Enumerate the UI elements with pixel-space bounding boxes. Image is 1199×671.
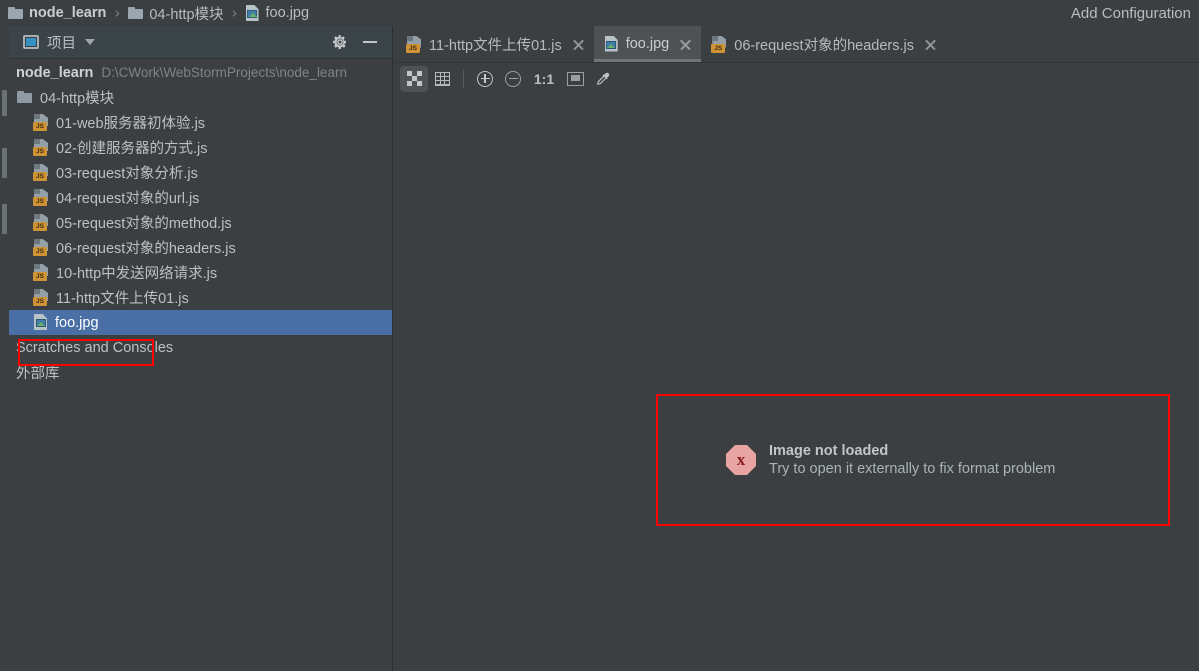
js-file-icon: JS xyxy=(33,114,49,131)
project-window-icon xyxy=(23,35,39,49)
tree-item-path: D:\CWork\WebStormProjects\node_learn xyxy=(101,65,347,80)
minimize-icon[interactable] xyxy=(362,34,378,50)
project-tree[interactable]: node_learn D:\CWork\WebStormProjects\nod… xyxy=(9,60,392,671)
tree-item-label: 06-request对象的headers.js xyxy=(56,241,236,257)
error-title: Image not loaded xyxy=(769,443,889,459)
breadcrumb-label: foo.jpg xyxy=(265,5,310,21)
tree-item-file[interactable]: JS 01-web服务器初体验.js xyxy=(9,110,392,135)
tool-window-stripe-stub[interactable] xyxy=(2,90,7,116)
folder-icon xyxy=(8,7,23,19)
top-breadcrumb-bar: node_learn › 04-http模块 › foo.jpg Add Con… xyxy=(0,0,1199,26)
add-configuration-button[interactable]: Add Configuration xyxy=(1063,0,1199,26)
actual-size-button[interactable]: 1:1 xyxy=(527,66,561,92)
image-viewer-toolbar: 1:1 xyxy=(396,63,1199,94)
tree-item-label: 02-创建服务器的方式.js xyxy=(56,141,208,157)
js-file-icon: JS xyxy=(33,264,49,281)
breadcrumb-label: node_learn xyxy=(29,5,107,21)
toggle-grid-icon[interactable] xyxy=(428,66,456,92)
editor-tab-label: 06-request对象的headers.js xyxy=(734,37,914,54)
close-icon[interactable] xyxy=(679,38,692,51)
tree-item-scratches[interactable]: Scratches and Consoles xyxy=(9,335,392,360)
error-subtitle: Try to open it externally to fix format … xyxy=(769,461,1056,477)
fit-window-glyph xyxy=(566,71,584,86)
tree-item-file[interactable]: JS 02-创建服务器的方式.js xyxy=(9,135,392,160)
editor-tab-bar: JS 11-http文件上传01.js foo.jpg JS 06-reques… xyxy=(396,26,1199,62)
tree-item-label: node_learn xyxy=(16,64,94,81)
breadcrumb-item-project[interactable]: node_learn xyxy=(6,0,108,26)
editor-area: JS 11-http文件上传01.js foo.jpg JS 06-reques… xyxy=(396,26,1199,671)
tree-item-label: Scratches and Consoles xyxy=(16,339,174,356)
tool-window-stripe-stub[interactable] xyxy=(2,204,7,234)
project-panel-title: 项目 xyxy=(47,35,76,52)
js-file-icon: JS xyxy=(33,214,49,231)
checkerboard-glyph xyxy=(406,71,422,86)
tree-item-file[interactable]: JS 04-request对象的url.js xyxy=(9,185,392,210)
editor-tab-label: foo.jpg xyxy=(625,36,670,52)
zoom-in-icon[interactable] xyxy=(471,66,499,92)
breadcrumb-item-file[interactable]: foo.jpg xyxy=(244,0,312,26)
tree-item-file[interactable]: JS 05-request对象的method.js xyxy=(9,210,392,235)
chevron-down-icon[interactable] xyxy=(85,39,95,45)
breadcrumb-item-folder[interactable]: 04-http模块 xyxy=(126,0,225,26)
tree-item-label: 10-http中发送网络请求.js xyxy=(56,266,218,282)
folder-icon xyxy=(128,7,144,19)
tree-item-label: 外部库 xyxy=(16,366,60,382)
close-icon[interactable] xyxy=(924,38,937,51)
tree-item-label: foo.jpg xyxy=(55,314,99,331)
image-file-icon xyxy=(604,35,619,53)
tree-item-label: 11-http文件上传01.js xyxy=(56,291,189,307)
actual-size-label: 1:1 xyxy=(533,70,555,87)
tool-window-stripe xyxy=(0,26,9,671)
js-file-icon: JS xyxy=(33,189,49,206)
eyedropper-glyph xyxy=(595,71,611,87)
editor-tab-label: 11-http文件上传01.js xyxy=(429,37,562,54)
js-file-icon: JS xyxy=(406,35,422,53)
image-preview-canvas[interactable]: x Image not loaded Try to open it extern… xyxy=(396,94,1199,671)
breadcrumb: node_learn › 04-http模块 › foo.jpg xyxy=(0,0,311,26)
image-file-icon xyxy=(33,314,48,331)
grid-glyph xyxy=(434,71,450,86)
plus-circle-glyph xyxy=(477,70,493,87)
minus-circle-glyph xyxy=(505,70,521,87)
fit-to-window-icon[interactable] xyxy=(561,66,589,92)
tree-item-external-libraries[interactable]: 外部库 xyxy=(9,360,392,385)
tree-item-label: 05-request对象的method.js xyxy=(56,216,232,232)
js-file-icon: JS xyxy=(33,139,49,156)
js-file-icon: JS xyxy=(33,239,49,256)
editor-tab-06-request-headers[interactable]: JS 06-request对象的headers.js xyxy=(701,26,946,62)
tree-item-file[interactable]: JS 10-http中发送网络请求.js xyxy=(9,260,392,285)
error-stop-icon: x xyxy=(726,445,756,475)
tree-item-file-selected[interactable]: foo.jpg xyxy=(9,310,392,335)
breadcrumb-separator: › xyxy=(114,4,121,22)
tree-item-label: 01-web服务器初体验.js xyxy=(56,116,206,132)
tree-item-label: 03-request对象分析.js xyxy=(56,166,198,182)
js-file-icon: JS xyxy=(33,289,49,306)
zoom-out-icon[interactable] xyxy=(499,66,527,92)
image-load-error-box: x Image not loaded Try to open it extern… xyxy=(656,394,1170,526)
gear-icon[interactable] xyxy=(332,34,348,50)
js-file-icon: JS xyxy=(33,164,49,181)
tree-item-label: 04-http模块 xyxy=(40,91,115,107)
tool-window-stripe-stub[interactable] xyxy=(2,148,7,178)
js-file-icon: JS xyxy=(711,35,727,53)
tree-item-folder[interactable]: 04-http模块 xyxy=(9,85,392,110)
breadcrumb-separator: › xyxy=(231,4,238,22)
breadcrumb-label: 04-http模块 xyxy=(149,6,224,23)
toolbar-separator xyxy=(463,69,464,88)
tree-item-file[interactable]: JS 03-request对象分析.js xyxy=(9,160,392,185)
tree-item-root[interactable]: node_learn D:\CWork\WebStormProjects\nod… xyxy=(9,60,392,85)
tree-item-file[interactable]: JS 06-request对象的headers.js xyxy=(9,235,392,260)
tree-item-label: 04-request对象的url.js xyxy=(56,191,200,207)
close-icon[interactable] xyxy=(572,38,585,51)
color-picker-icon[interactable] xyxy=(589,66,617,92)
project-tool-window: 项目 node_learn D:\CWork\WebStormProjects\… xyxy=(9,26,392,671)
folder-icon xyxy=(17,91,33,104)
error-x-glyph: x xyxy=(736,450,746,469)
editor-tab-foo-jpg[interactable]: foo.jpg xyxy=(593,26,702,62)
tree-item-file[interactable]: JS 11-http文件上传01.js xyxy=(9,285,392,310)
editor-tab-11-http-upload[interactable]: JS 11-http文件上传01.js xyxy=(396,26,594,62)
toggle-transparency-chessboard-icon[interactable] xyxy=(400,65,428,92)
image-file-icon xyxy=(245,5,260,21)
project-panel-header: 项目 xyxy=(9,26,392,59)
